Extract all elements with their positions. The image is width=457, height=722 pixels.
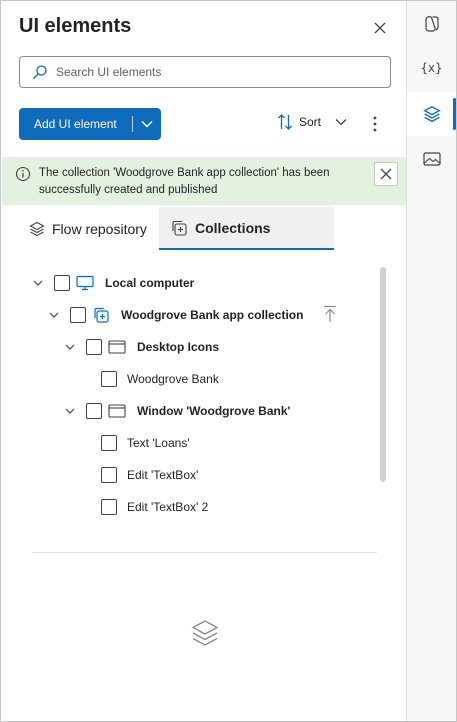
- collapse-chevron-icon[interactable]: [64, 341, 76, 353]
- computer-icon: [75, 273, 95, 293]
- search-box[interactable]: [19, 56, 391, 88]
- node-checkbox[interactable]: [70, 307, 86, 323]
- leaf-checkbox[interactable]: [101, 435, 117, 451]
- node-label: Desktop Icons: [137, 340, 220, 354]
- copilot-icon: [424, 16, 439, 32]
- info-icon: [15, 166, 31, 182]
- collapse-chevron-icon[interactable]: [48, 309, 60, 321]
- leaf-checkbox[interactable]: [101, 371, 117, 387]
- images-button[interactable]: [407, 137, 456, 181]
- chevron-down-icon[interactable]: [335, 118, 347, 126]
- variables-icon: {x}: [420, 61, 443, 75]
- window-icon: [107, 401, 127, 421]
- tree-node-window[interactable]: Window 'Woodgrove Bank': [64, 400, 290, 422]
- leaf-label: Woodgrove Bank: [127, 372, 219, 386]
- collection-icon: [91, 305, 111, 325]
- add-ui-element-button[interactable]: Add UI element: [19, 108, 161, 140]
- collapse-chevron-icon[interactable]: [64, 405, 76, 417]
- layers-icon: [29, 221, 45, 236]
- node-checkbox[interactable]: [86, 339, 102, 355]
- node-checkbox[interactable]: [54, 275, 70, 291]
- tab-collections[interactable]: Collections: [159, 207, 334, 250]
- tab-label: Flow repository: [52, 220, 147, 237]
- copilot-button[interactable]: [407, 2, 456, 46]
- node-checkbox[interactable]: [86, 403, 102, 419]
- pin-to-top-icon[interactable]: [322, 305, 338, 323]
- variables-button[interactable]: {x}: [407, 46, 456, 90]
- close-panel-button[interactable]: [370, 18, 390, 38]
- node-label: Window 'Woodgrove Bank': [137, 404, 291, 418]
- layers-icon: [191, 620, 219, 646]
- success-banner: The collection 'Woodgrove Bank app colle…: [2, 157, 407, 205]
- leaf-label: Text 'Loans': [127, 436, 190, 450]
- close-icon: [380, 168, 392, 180]
- banner-message: The collection 'Woodgrove Bank app colle…: [39, 167, 330, 196]
- tree-leaf-item[interactable]: Text 'Loans': [101, 432, 190, 454]
- sort-button[interactable]: Sort: [277, 113, 347, 131]
- search-icon: [33, 65, 47, 79]
- side-rail: {x}: [406, 1, 456, 721]
- node-label: Woodgrove Bank app collection: [121, 308, 304, 322]
- leaf-checkbox[interactable]: [101, 499, 117, 515]
- sort-icon: [278, 114, 292, 130]
- close-icon: [374, 22, 386, 34]
- add-ui-element-label[interactable]: Add UI element: [19, 117, 132, 131]
- add-ui-element-dropdown[interactable]: [133, 120, 161, 128]
- section-divider: [32, 552, 377, 553]
- ui-elements-button[interactable]: [407, 92, 456, 136]
- tab-label: Collections: [195, 219, 271, 236]
- tree-node-collection[interactable]: Woodgrove Bank app collection: [48, 304, 303, 326]
- more-options-button[interactable]: [367, 113, 383, 135]
- tree-scrollbar[interactable]: [380, 267, 386, 482]
- leaf-label: Edit 'TextBox': [127, 468, 199, 482]
- collapse-chevron-icon[interactable]: [32, 277, 44, 289]
- tab-flow-repository[interactable]: Flow repository: [29, 207, 147, 250]
- leaf-checkbox[interactable]: [101, 467, 117, 483]
- collection-add-icon: [172, 220, 187, 236]
- tree-node-local-computer[interactable]: Local computer: [32, 272, 194, 294]
- chevron-down-icon: [141, 121, 153, 128]
- images-icon: [422, 152, 441, 166]
- leaf-label: Edit 'TextBox' 2: [127, 500, 209, 514]
- dismiss-banner-button[interactable]: [374, 162, 398, 186]
- tree-leaf-item[interactable]: Woodgrove Bank: [101, 368, 219, 390]
- search-input[interactable]: [56, 65, 356, 79]
- node-label: Local computer: [105, 276, 195, 290]
- tree-leaf-item[interactable]: Edit 'TextBox': [101, 464, 198, 486]
- ui-elements-panel: UI elements Add UI element Sort: [0, 0, 457, 722]
- sort-label: Sort: [299, 115, 322, 129]
- window-icon: [107, 337, 127, 357]
- ui-elements-icon: [422, 105, 441, 123]
- tree-node-desktop-icons[interactable]: Desktop Icons: [64, 336, 219, 358]
- more-vertical-icon: [373, 116, 377, 132]
- panel-title: UI elements: [19, 15, 132, 37]
- tree-leaf-item[interactable]: Edit 'TextBox' 2: [101, 496, 208, 518]
